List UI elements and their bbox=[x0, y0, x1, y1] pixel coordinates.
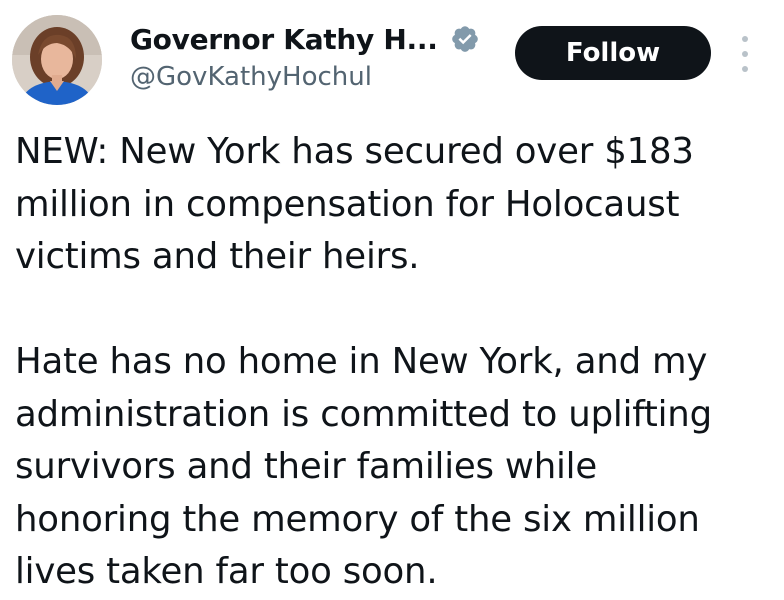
tweet-line: administration is committed to uplifting bbox=[15, 393, 712, 435]
tweet-paragraph-1: NEW: New York has secured over $183 mill… bbox=[15, 126, 775, 284]
tweet-line: lives taken far too soon. bbox=[15, 551, 438, 592]
tweet-paragraph-2: Hate has no home in New York, and my adm… bbox=[15, 336, 775, 599]
tweet-header: Governor Kathy H... @GovKathyHochul Foll… bbox=[0, 0, 784, 115]
tweet-line: Hate has no home in New York, and my bbox=[15, 341, 708, 382]
more-dot bbox=[742, 66, 748, 72]
tweet-line: honoring the memory of the six million bbox=[15, 498, 700, 540]
tweet-line: survivors and their families while bbox=[15, 446, 597, 487]
author-info: Governor Kathy H... @GovKathyHochul bbox=[130, 20, 480, 92]
avatar[interactable] bbox=[12, 15, 102, 105]
tweet-line: victims and their heirs. bbox=[15, 236, 420, 277]
author-display-name[interactable]: Governor Kathy H... bbox=[130, 23, 438, 56]
tweet-text: NEW: New York has secured over $183 mill… bbox=[15, 126, 775, 599]
tweet-line: million in compensation for Holocaust bbox=[15, 183, 680, 225]
more-dot bbox=[742, 36, 748, 42]
author-handle[interactable]: @GovKathyHochul bbox=[130, 62, 480, 92]
follow-button[interactable]: Follow bbox=[515, 26, 711, 80]
avatar-image bbox=[12, 15, 102, 105]
more-dot bbox=[742, 51, 748, 57]
tweet-line: NEW: New York has secured over $183 bbox=[15, 131, 694, 172]
name-row: Governor Kathy H... bbox=[130, 20, 480, 58]
verified-badge-icon[interactable] bbox=[450, 24, 480, 54]
more-vertical-icon[interactable] bbox=[735, 34, 755, 74]
